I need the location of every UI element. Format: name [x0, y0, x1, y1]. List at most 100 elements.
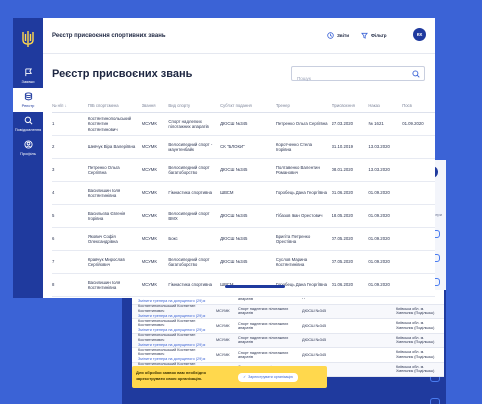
- column-header[interactable]: Посв: [402, 103, 435, 108]
- reports-button[interactable]: Звіти: [327, 30, 349, 40]
- table-row[interactable]: 7 Кравчук Мирослав Сергійович МСУМК Велосип…: [52, 251, 435, 274]
- main-window: Реєстр присвоєння спортивних звань Звіти…: [43, 18, 435, 298]
- list-item[interactable]: Костянтинопольський Костянтин Костянтино…: [132, 333, 444, 348]
- table-cell: МСУМК: [141, 190, 157, 196]
- table-cell: Васильєва Євгенія Ігорівна: [87, 210, 126, 221]
- table-cell: 07.05.2020: [331, 236, 354, 242]
- table-cell: 01.09.2020: [368, 259, 390, 265]
- table-cell: Гімнастика спортивна: [168, 282, 213, 288]
- table-cell: ДЮСШ №345: [220, 121, 248, 127]
- user-avatar[interactable]: КК: [413, 28, 426, 41]
- table-cell: ДЮСШ №345: [220, 167, 248, 173]
- rank-cell: МСУМК: [216, 352, 230, 357]
- column-header[interactable]: Наказ: [368, 103, 402, 108]
- table-cell: МСУМК: [141, 282, 157, 288]
- change-coach-link[interactable]: Змінити тренера на допущеного (29) ▸: [138, 357, 216, 362]
- table-row[interactable]: 3 Петренко Ольга Сергіївна МСУМК Велосипедн…: [52, 159, 435, 182]
- table-cell: ДЮСШ №345: [220, 236, 248, 242]
- background-table: Костянтинопольський Костянтин Костянтино…: [132, 290, 444, 377]
- column-header[interactable]: ПІБ спортсмена: [88, 103, 142, 108]
- flag-icon: [24, 68, 32, 77]
- table-cell: Якович Софія Олександрівна: [87, 233, 118, 244]
- sport-cell: Спорт надлегких пілотажних апаратів: [238, 321, 289, 330]
- change-coach-link[interactable]: Змінити тренера на допущеного (29) ▸: [138, 343, 216, 348]
- list-item[interactable]: Костянтинопольський Костянтин Костянтино…: [132, 304, 444, 319]
- table-row[interactable]: 1 Костянтинопольський Костянтин Костянтин…: [52, 113, 435, 136]
- table-cell: 01.09.2020: [368, 236, 390, 242]
- column-header[interactable]: Тренер: [276, 103, 332, 108]
- region-cell: Київська обл. м. Хмельник (Подільськ): [396, 306, 435, 316]
- list-item[interactable]: Костянтинопольський Костянтин Костянтино…: [132, 319, 444, 334]
- subject-cell: ДЮСШ №345: [302, 338, 327, 343]
- change-coach-link[interactable]: Змінити тренера на допущеного (29) ▸: [138, 328, 216, 333]
- table-cell: № 1621: [368, 121, 384, 127]
- sidebar-item-label: Заявки: [21, 79, 35, 84]
- sidebar-item-registry[interactable]: Реєстр: [13, 88, 43, 112]
- filter-label: Фільтр: [371, 32, 387, 38]
- table-row[interactable]: 9Якович Софія ОлександрівнаМСУМКВелосипе…: [52, 297, 435, 298]
- table-cell: Велосипедний спорт - маунтенбайк: [168, 141, 213, 152]
- filter-button[interactable]: Фільтр: [361, 30, 387, 40]
- table-cell: 08.01.2020: [331, 167, 354, 173]
- change-coach-link[interactable]: Змінити тренера на допущеного (29) ▸: [138, 314, 216, 319]
- table-cell: Суслов Марина Костянтинівна: [275, 256, 308, 267]
- table-cell: Бокс: [168, 236, 178, 242]
- table-row[interactable]: 2 Шевчук Віра Валеріївна МСУМК Велосипедний…: [52, 136, 435, 159]
- search-icon[interactable]: [412, 70, 420, 78]
- register-organization-label: Зареєструвати організацію: [248, 374, 293, 379]
- column-header[interactable]: Суб'єкт подання: [220, 103, 276, 108]
- table-cell: 4: [52, 190, 55, 196]
- table-cell: Гібазов Іван Орестович: [275, 213, 323, 219]
- sidebar-item-label: Повідомлення: [14, 127, 42, 132]
- table-row[interactable]: 5 Васильєва Євгенія Ігорівна МСУМК Велосипе…: [52, 205, 435, 228]
- filter-icon: [361, 32, 368, 39]
- sidebar-item-profile[interactable]: Профіль: [13, 136, 43, 160]
- column-header[interactable]: Вид спорту: [168, 103, 220, 108]
- change-coach-link[interactable]: Змінити тренера на допущеного (29) ▸: [138, 299, 216, 304]
- table-cell: 01.09.2020: [402, 121, 424, 127]
- region-cell: Київська обл. м. Хмельник (Подільськ): [396, 321, 435, 330]
- region-cell: Київська обл. м. Хмельник (Подільськ): [396, 335, 435, 345]
- sidebar: Заявки Реєстр Повідомлення Профіль: [13, 18, 43, 298]
- horizontal-scrollbar[interactable]: [225, 285, 285, 288]
- table-cell: МСУМК: [141, 121, 157, 127]
- table-cell: Гімнастика спортивна: [168, 190, 213, 196]
- table-cell: Василишин Іоля Костянтинівна: [87, 187, 121, 198]
- column-header[interactable]: № н/п ↓: [52, 103, 88, 108]
- table-cell: МСУМК: [141, 167, 157, 173]
- table-cell: Коротченко Стела Ігорівна: [275, 141, 313, 152]
- table-cell: 27.03.2020: [331, 121, 354, 127]
- table-cell: Велосипедний спорт багатоборство: [168, 164, 210, 175]
- table-cell: МСУМК: [141, 259, 157, 265]
- table-cell: МСУМК: [141, 144, 157, 150]
- table-cell: Петренко Ольга Сергіївна: [275, 121, 328, 127]
- table-cell: 5: [52, 213, 55, 219]
- column-header[interactable]: Присвоєння: [332, 103, 369, 108]
- table-cell: 01.09.2020: [368, 190, 390, 196]
- athlete-name: Костянтинопольський Костянтин Костянтино…: [138, 304, 196, 313]
- athlete-cell: Костянтинопольський Костянтин Костянтино…: [138, 348, 216, 362]
- table-row[interactable]: 4 Василишин Іоля Костянтинівна МСУМК Гімнас…: [52, 182, 435, 205]
- table-cell: Бригіта Петренко Орестівна: [275, 233, 311, 244]
- search-input[interactable]: [292, 72, 402, 85]
- rank-cell: МСУМК: [216, 338, 230, 343]
- banner-text: Для обробки заявок вам необхідно зареєст…: [136, 370, 207, 381]
- table-cell: Полтавенко Валентин Романович: [275, 164, 320, 175]
- chat-icon[interactable]: [430, 398, 440, 404]
- list-item[interactable]: Костянтинопольський Костянтин Костянтино…: [132, 348, 444, 363]
- table-cell: МСУМК: [141, 213, 157, 219]
- table-row[interactable]: 6 Якович Софія Олександрівна МСУМК Бокс ДЮСШ…: [52, 228, 435, 251]
- sport-cell: Спорт надлегких пілотажних апаратів: [238, 350, 289, 359]
- table-cell: 7: [52, 259, 55, 265]
- sidebar-item-applications[interactable]: Заявки: [13, 64, 43, 88]
- user-icon: [23, 140, 33, 149]
- search-box: [291, 66, 425, 85]
- region-cell: Київська обл. м. Хмельник (Подільськ): [396, 364, 435, 374]
- sidebar-item-notifications[interactable]: Повідомлення: [13, 112, 43, 136]
- column-header[interactable]: Звання: [142, 103, 169, 108]
- table-cell: 2: [52, 144, 55, 150]
- table-cell: ШВСМ: [220, 190, 234, 196]
- register-organization-button[interactable]: ✓ Зареєструвати організацію: [238, 373, 298, 382]
- app-title: Реєстр присвоєння спортивних звань: [52, 32, 166, 39]
- table-body: 1 Костянтинопольський Костянтин Костянтин…: [52, 113, 435, 298]
